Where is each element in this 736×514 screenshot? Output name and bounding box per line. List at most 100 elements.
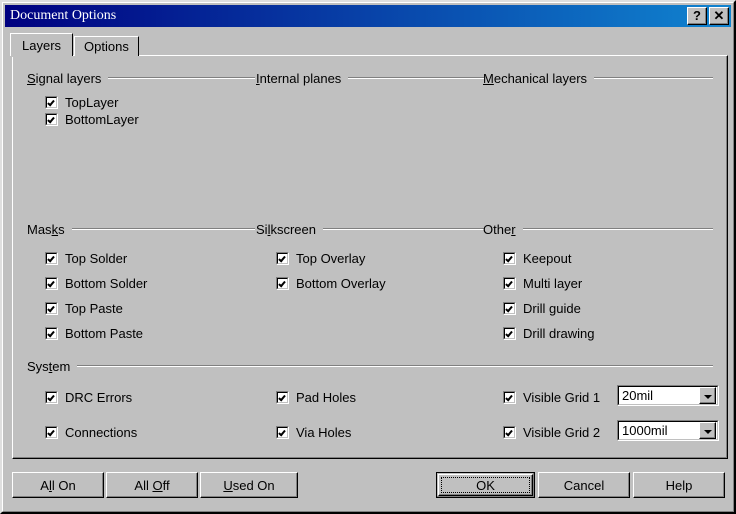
checkbox-bottomlayer-label: BottomLayer — [58, 112, 139, 127]
checkbox-drill-drawing[interactable] — [503, 327, 516, 340]
combo-visible-grid-2-value: 1000mil — [618, 423, 699, 438]
tab-layers-label: Layers — [22, 38, 61, 53]
checkbox-keepout[interactable] — [503, 252, 516, 265]
checkbox-top-paste[interactable] — [45, 302, 58, 315]
checkbox-visible-grid-1[interactable] — [503, 391, 516, 404]
checkbox-row-drill-drawing[interactable]: Drill drawing — [503, 325, 595, 341]
help-button-label: Help — [666, 478, 693, 493]
checkbox-toplayer[interactable] — [45, 96, 58, 109]
checkbox-bottom-paste[interactable] — [45, 327, 58, 340]
group-header-mechanical-layers: Mechanical layers — [483, 71, 713, 85]
window-title: Document Options — [5, 8, 116, 24]
checkbox-row-toplayer[interactable]: TopLayer — [45, 94, 118, 110]
all-off-button[interactable]: All Off — [106, 472, 198, 498]
title-bar[interactable]: Document Options ? ✕ — [5, 5, 731, 27]
group-separator-line — [108, 77, 255, 79]
checkbox-multi-layer[interactable] — [503, 277, 516, 290]
ok-button[interactable]: OK — [436, 472, 535, 498]
group-header-internal-planes-label: Internal planes — [256, 71, 348, 86]
group-separator-line — [323, 228, 484, 230]
checkbox-row-keepout[interactable]: Keepout — [503, 250, 571, 266]
checkbox-connections-label: Connections — [58, 425, 137, 440]
checkbox-row-bottomlayer[interactable]: BottomLayer — [45, 111, 139, 127]
checkbox-top-overlay[interactable] — [276, 252, 289, 265]
ok-button-label: OK — [476, 478, 495, 493]
combo-visible-grid-1[interactable]: 20mil — [617, 385, 719, 406]
group-header-system-label: System — [27, 359, 77, 374]
group-separator-line — [594, 77, 713, 79]
close-icon-button[interactable]: ✕ — [709, 7, 729, 25]
checkbox-row-bottom-paste[interactable]: Bottom Paste — [45, 325, 143, 341]
all-on-button[interactable]: All On — [12, 472, 104, 498]
checkbox-pad-holes[interactable] — [276, 391, 289, 404]
checkbox-row-drc-errors[interactable]: DRC Errors — [45, 389, 132, 405]
help-icon-button[interactable]: ? — [687, 7, 707, 25]
checkbox-row-visible-grid-2[interactable]: Visible Grid 2 — [503, 424, 600, 440]
group-separator-line — [348, 77, 484, 79]
checkbox-drc-errors-label: DRC Errors — [58, 390, 132, 405]
group-header-signal-layers-label: Signal layers — [27, 71, 108, 86]
checkbox-keepout-label: Keepout — [516, 251, 571, 266]
group-header-masks: Masks — [27, 222, 255, 236]
combo-visible-grid-2[interactable]: 1000mil — [617, 420, 719, 441]
group-header-internal-planes: Internal planes — [256, 71, 484, 85]
checkbox-multi-layer-label: Multi layer — [516, 276, 582, 291]
checkbox-via-holes-label: Via Holes — [289, 425, 351, 440]
checkbox-top-solder[interactable] — [45, 252, 58, 265]
group-header-mechanical-layers-label: Mechanical layers — [483, 71, 594, 86]
checkbox-row-visible-grid-1[interactable]: Visible Grid 1 — [503, 389, 600, 405]
checkbox-bottom-solder[interactable] — [45, 277, 58, 290]
checkbox-visible-grid-2-label: Visible Grid 2 — [516, 425, 600, 440]
checkbox-row-top-solder[interactable]: Top Solder — [45, 250, 127, 266]
document-options-dialog: Document Options ? ✕ Layers Options Sign… — [0, 0, 736, 514]
combo-visible-grid-1-value: 20mil — [618, 388, 699, 403]
group-separator-line — [523, 228, 713, 230]
checkbox-bottom-overlay[interactable] — [276, 277, 289, 290]
title-bar-buttons: ? ✕ — [687, 7, 729, 25]
checkbox-connections[interactable] — [45, 426, 58, 439]
checkbox-visible-grid-2[interactable] — [503, 426, 516, 439]
group-header-signal-layers: Signal layers — [27, 71, 255, 85]
checkbox-top-solder-label: Top Solder — [58, 251, 127, 266]
used-on-button-label: Used On — [223, 478, 274, 493]
checkbox-row-bottom-overlay[interactable]: Bottom Overlay — [276, 275, 386, 291]
checkbox-bottom-solder-label: Bottom Solder — [58, 276, 147, 291]
group-header-other-label: Other — [483, 222, 523, 237]
tab-options[interactable]: Options — [74, 36, 139, 56]
checkbox-drill-drawing-label: Drill drawing — [516, 326, 595, 341]
all-off-button-label: All Off — [134, 478, 169, 493]
checkbox-row-connections[interactable]: Connections — [45, 424, 137, 440]
group-header-system: System — [27, 359, 713, 373]
used-on-button[interactable]: Used On — [200, 472, 298, 498]
checkbox-row-via-holes[interactable]: Via Holes — [276, 424, 351, 440]
chevron-down-icon[interactable] — [699, 422, 716, 439]
checkbox-bottom-overlay-label: Bottom Overlay — [289, 276, 386, 291]
checkbox-bottom-paste-label: Bottom Paste — [58, 326, 143, 341]
group-header-masks-label: Masks — [27, 222, 72, 237]
tab-layers[interactable]: Layers — [10, 33, 73, 56]
group-separator-line — [72, 228, 255, 230]
group-header-silkscreen-label: Silkscreen — [256, 222, 323, 237]
chevron-down-icon[interactable] — [699, 387, 716, 404]
checkbox-row-top-overlay[interactable]: Top Overlay — [276, 250, 365, 266]
layers-tab-panel: Signal layers Internal planes Mechanical… — [12, 55, 728, 459]
checkbox-row-multi-layer[interactable]: Multi layer — [503, 275, 582, 291]
checkbox-bottomlayer[interactable] — [45, 113, 58, 126]
help-button[interactable]: Help — [633, 472, 725, 498]
checkbox-via-holes[interactable] — [276, 426, 289, 439]
checkbox-visible-grid-1-label: Visible Grid 1 — [516, 390, 600, 405]
checkbox-pad-holes-label: Pad Holes — [289, 390, 356, 405]
checkbox-row-bottom-solder[interactable]: Bottom Solder — [45, 275, 147, 291]
checkbox-row-top-paste[interactable]: Top Paste — [45, 300, 123, 316]
tab-options-label: Options — [84, 39, 129, 54]
group-header-other: Other — [483, 222, 713, 236]
cancel-button-label: Cancel — [564, 478, 604, 493]
checkbox-row-pad-holes[interactable]: Pad Holes — [276, 389, 356, 405]
cancel-button[interactable]: Cancel — [538, 472, 630, 498]
all-on-button-label: All On — [40, 478, 75, 493]
checkbox-top-overlay-label: Top Overlay — [289, 251, 365, 266]
tab-strip: Layers Options — [12, 34, 139, 56]
checkbox-row-drill-guide[interactable]: Drill guide — [503, 300, 581, 316]
checkbox-drc-errors[interactable] — [45, 391, 58, 404]
checkbox-drill-guide[interactable] — [503, 302, 516, 315]
